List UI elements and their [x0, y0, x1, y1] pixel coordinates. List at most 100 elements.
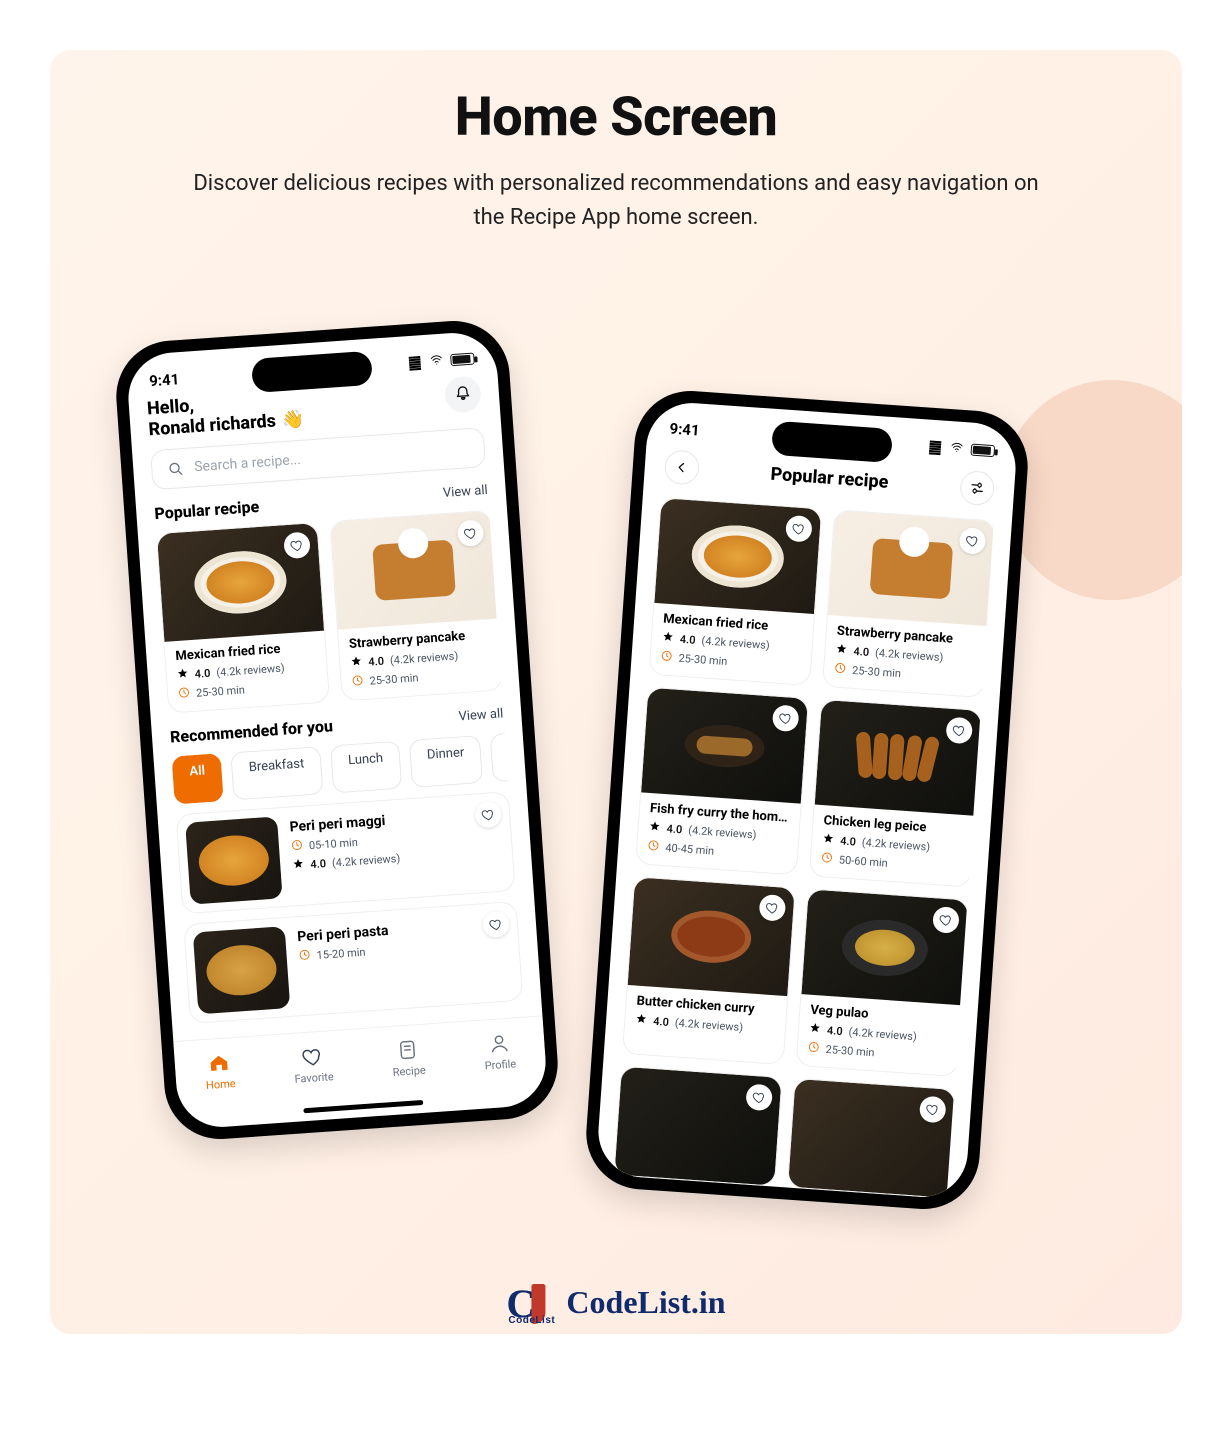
heart-icon — [791, 521, 806, 536]
star-icon — [648, 820, 661, 836]
recipe-card[interactable]: Veg pulao 4.0(4.2k reviews) 25-30 min — [795, 888, 969, 1077]
recipe-icon — [396, 1038, 419, 1061]
star-icon — [350, 655, 363, 671]
heart-icon — [778, 711, 793, 726]
recipe-name: Peri peri maggi — [289, 812, 398, 835]
favorite-toggle[interactable] — [945, 717, 973, 745]
search-icon — [166, 459, 185, 478]
back-button[interactable] — [664, 449, 700, 485]
profile-icon — [487, 1032, 510, 1055]
clock-icon — [178, 686, 191, 702]
reviews: (4.2k reviews) — [861, 836, 930, 854]
tab-profile[interactable]: Profile — [482, 1031, 516, 1072]
recommended-item[interactable]: Peri peri maggi 05-10 min 4.0(4.2k revie… — [175, 791, 515, 914]
favorite-toggle[interactable] — [772, 704, 800, 732]
tab-favorite[interactable]: Favorite — [292, 1044, 334, 1086]
cook-time: 50-60 min — [838, 853, 888, 869]
cellular-icon: ䷀ — [928, 438, 944, 457]
clock-icon — [291, 839, 304, 855]
recipe-card[interactable]: Mexican fried rice 4.0 (4.2k reviews) 25… — [156, 522, 330, 714]
cook-time: 05-10 min — [309, 836, 359, 852]
recipe-card[interactable]: Strawberry pancake 4.0 (4.2k reviews) 25… — [329, 510, 501, 702]
phone-popular: 9:41 ䷀ Popular recipe — [583, 387, 1032, 1213]
cook-time: 15-20 min — [316, 946, 366, 962]
popular-view-all[interactable]: View all — [443, 483, 489, 501]
page-subtitle: Discover delicious recipes with personal… — [186, 167, 1046, 235]
star-icon — [176, 667, 189, 683]
chip-light-food[interactable]: Light food — [490, 733, 508, 782]
recipe-card[interactable] — [787, 1078, 956, 1199]
reviews: (4.2k reviews) — [390, 649, 459, 667]
recommended-item[interactable]: Peri peri pasta 15-20 min — [183, 901, 523, 1024]
rating: 4.0 — [840, 834, 857, 848]
reviews: (4.2k reviews) — [674, 1016, 743, 1034]
rating: 4.0 — [194, 667, 211, 681]
clock-icon — [298, 948, 311, 964]
star-icon — [822, 832, 835, 848]
recipe-card[interactable]: Fish fry curry the home... 4.0(4.2k revi… — [635, 687, 809, 876]
tab-home[interactable]: Home — [204, 1051, 236, 1092]
rating: 4.0 — [827, 1024, 844, 1038]
recipe-card[interactable]: Chicken leg peice 4.0(4.2k reviews) 50-6… — [809, 699, 983, 888]
favorite-toggle[interactable] — [959, 527, 987, 555]
popular-grid: Mexican fried rice 4.0(4.2k reviews) 25-… — [613, 497, 994, 1199]
favorite-toggle[interactable] — [474, 801, 502, 829]
recipe-name: Peri peri pasta — [297, 923, 389, 945]
phone-home: 9:41 ䷀ Hello, Ronald richards 👋 — [113, 317, 562, 1143]
star-icon — [292, 858, 305, 874]
chip-dinner[interactable]: Dinner — [409, 735, 484, 788]
recipe-card[interactable]: Butter chicken curry 4.0(4.2k reviews) — [622, 876, 796, 1065]
cook-time: 25-30 min — [825, 1043, 875, 1059]
chip-all[interactable]: All — [171, 753, 224, 804]
popular-list: Mexican fried rice 4.0 (4.2k reviews) 25… — [156, 510, 502, 714]
status-time: 9:41 — [669, 420, 700, 440]
clock-icon — [834, 662, 847, 678]
cellular-icon: ䷀ — [408, 353, 424, 372]
star-icon — [808, 1022, 821, 1038]
cook-time: 25-30 min — [678, 652, 728, 668]
heart-icon — [952, 723, 967, 738]
reviews: (4.2k reviews) — [875, 646, 944, 664]
heart-icon — [481, 807, 496, 822]
thumb — [193, 926, 290, 1014]
recommended-view-all[interactable]: View all — [458, 706, 504, 724]
heart-icon — [765, 900, 780, 915]
favorite-toggle[interactable] — [932, 906, 960, 934]
favorite-toggle[interactable] — [482, 911, 510, 939]
heart-icon — [925, 1102, 940, 1117]
notifications-button[interactable] — [444, 375, 482, 413]
rating: 4.0 — [666, 822, 683, 836]
rating: 4.0 — [310, 857, 327, 871]
heart-icon — [463, 526, 478, 541]
tab-recipe[interactable]: Recipe — [390, 1038, 426, 1079]
favorite-toggle[interactable] — [457, 519, 485, 547]
clock-icon — [807, 1041, 820, 1057]
rating: 4.0 — [653, 1015, 670, 1029]
recipe-card[interactable]: Mexican fried rice 4.0(4.2k reviews) 25-… — [648, 497, 822, 686]
bell-icon — [452, 384, 473, 405]
recipe-card[interactable] — [613, 1066, 782, 1187]
reviews: (4.2k reviews) — [216, 662, 285, 680]
chip-breakfast[interactable]: Breakfast — [231, 746, 324, 800]
search-placeholder: Search a recipe... — [194, 452, 302, 475]
heart-icon — [752, 1090, 767, 1105]
brand-name: CodeList.in — [566, 1284, 725, 1321]
filter-button[interactable] — [959, 470, 995, 506]
home-icon — [208, 1051, 231, 1074]
cook-time: 25-30 min — [852, 664, 902, 680]
recipe-card[interactable]: Strawberry pancake 4.0(4.2k reviews) 25-… — [822, 509, 994, 698]
star-icon — [635, 1013, 648, 1029]
wifi-icon — [428, 352, 445, 371]
brand-logo-icon: C CodeList — [506, 1280, 556, 1324]
favorite-toggle[interactable] — [283, 531, 311, 559]
chip-lunch[interactable]: Lunch — [330, 741, 402, 794]
brand-footer: C CodeList CodeList.in — [506, 1280, 725, 1324]
cook-time: 40-45 min — [665, 841, 715, 857]
favorite-toggle[interactable] — [785, 515, 813, 543]
heart-icon — [938, 913, 953, 928]
clock-icon — [820, 851, 833, 867]
favorite-toggle[interactable] — [919, 1096, 947, 1124]
favorite-toggle[interactable] — [759, 894, 787, 922]
heart-icon — [290, 538, 305, 553]
favorite-toggle[interactable] — [745, 1084, 773, 1112]
